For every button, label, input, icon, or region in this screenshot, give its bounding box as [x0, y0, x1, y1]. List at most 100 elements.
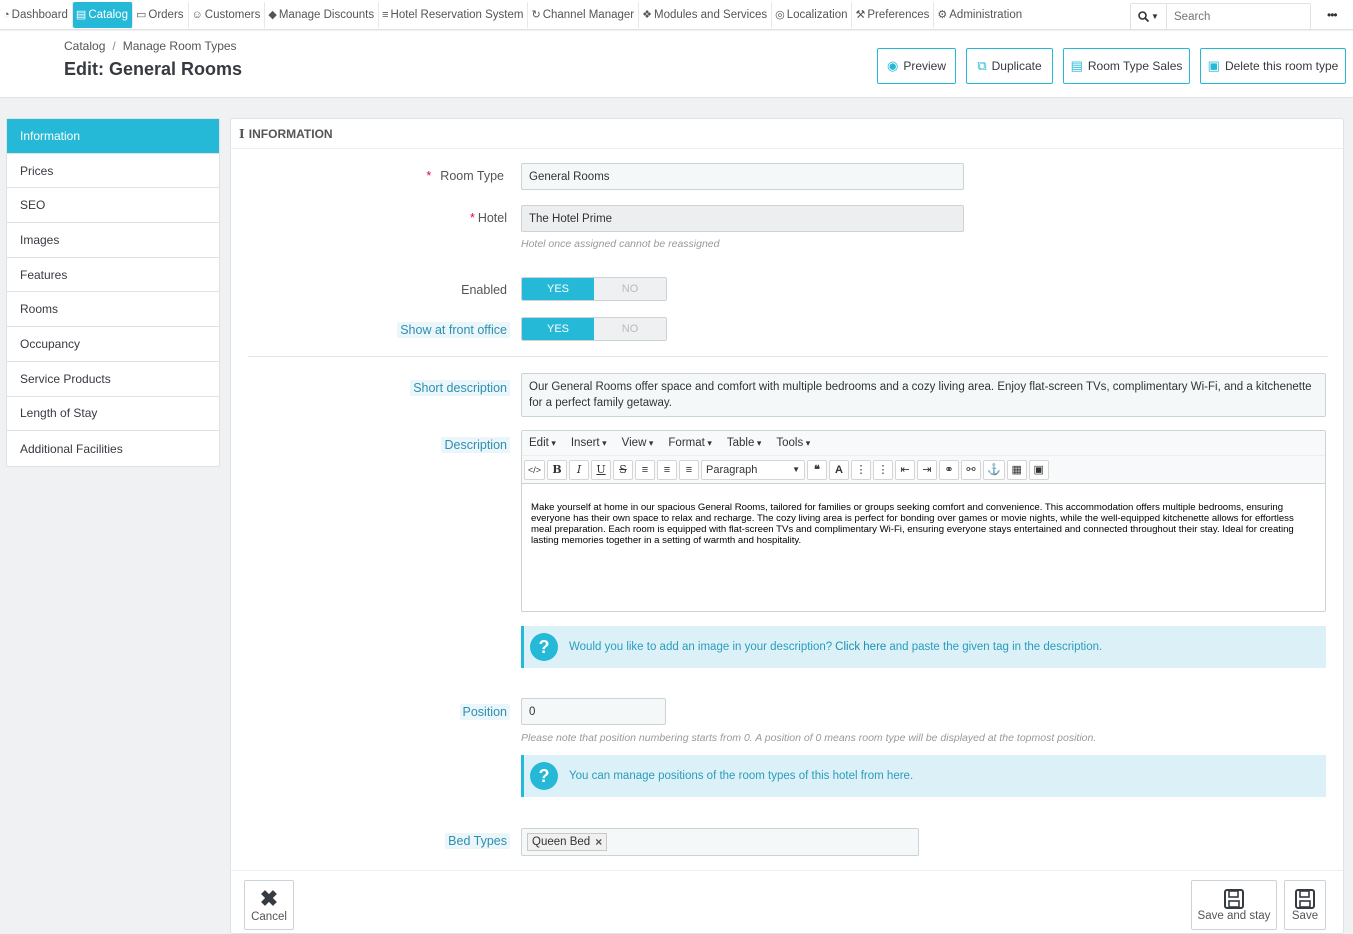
delete-label: Delete this room type	[1224, 59, 1339, 73]
search-icon	[1138, 11, 1150, 22]
search-scope-button[interactable]: ▼	[1131, 4, 1167, 29]
breadcrumb-catalog[interactable]: Catalog	[64, 39, 105, 53]
eye-icon: ◉	[886, 58, 899, 73]
panel-heading: i Information	[239, 127, 333, 141]
bed-types-input[interactable]: Queen Bed ×	[521, 828, 919, 856]
bed-type-tag-label: Queen Bed	[532, 836, 591, 848]
editor-menu-edit[interactable]: Edit	[529, 437, 556, 449]
description-editor-body[interactable]: Make yourself at home in our spacious Ge…	[522, 484, 1325, 546]
wrench-icon: ⚒	[855, 9, 866, 21]
breadcrumb-separator: /	[112, 39, 116, 53]
remove-tag-icon[interactable]: ×	[595, 835, 602, 849]
editor-menu-insert[interactable]: Insert	[571, 437, 607, 449]
nav-customers[interactable]: ☺ Customers	[189, 1, 266, 28]
underline-icon[interactable]: U	[591, 459, 612, 480]
nav-dashboard[interactable]: ◔ Dashboard	[0, 1, 73, 28]
tab-seo[interactable]: SEO	[7, 188, 219, 224]
blockquote-icon[interactable]: ❝	[807, 459, 828, 480]
save-button[interactable]: Save	[1284, 880, 1326, 930]
show-front-office-switch[interactable]: YES NO	[521, 317, 667, 341]
nav-preferences[interactable]: ⚒ Preferences	[852, 1, 935, 28]
enabled-no[interactable]: NO	[594, 278, 666, 300]
bold-icon[interactable]: B	[547, 459, 568, 480]
save-and-stay-button[interactable]: Save and stay	[1191, 880, 1277, 930]
cog-icon: ⚙	[937, 9, 948, 21]
link-icon[interactable]: ⚭	[939, 459, 960, 480]
nav-channel-manager[interactable]: ↻ Channel Manager	[528, 1, 640, 28]
tab-images[interactable]: Images	[7, 223, 219, 258]
editor-menu-tools[interactable]: Tools	[776, 437, 810, 449]
italic-icon[interactable]: I	[569, 459, 590, 480]
duplicate-button[interactable]: ⧉ Duplicate	[966, 48, 1053, 84]
info-icon: i	[239, 127, 249, 141]
nav-manage-discounts[interactable]: ◆ Manage Discounts	[265, 1, 380, 28]
indent-icon[interactable]: ⇥	[917, 459, 938, 480]
editor-menu-view[interactable]: View	[622, 437, 654, 449]
tab-additional-facilities[interactable]: Additional Facilities	[7, 431, 219, 466]
form-tabs: Information Prices SEO Images Features R…	[6, 118, 220, 467]
nav-administration[interactable]: ⚙ Administration	[934, 2, 1026, 28]
enabled-switch[interactable]: YES NO	[521, 277, 667, 301]
editor-menubar: Edit Insert View Format Table Tools	[522, 431, 1325, 456]
position-input[interactable]: 0	[521, 698, 666, 725]
position-info-alert: ? You can manage positions of the room t…	[521, 755, 1326, 797]
nav-label: Hotel Reservation System	[390, 8, 524, 21]
tab-prices[interactable]: Prices	[7, 154, 219, 189]
delete-room-type-button[interactable]: ▣ Delete this room type	[1200, 48, 1346, 84]
strikethrough-icon[interactable]: S	[613, 459, 634, 480]
breadcrumb: Catalog / Manage Room Types	[64, 39, 237, 53]
align-center-icon[interactable]: ≡	[657, 459, 678, 480]
nav-localization[interactable]: ◎ Localization	[772, 1, 853, 28]
tab-information[interactable]: Information	[7, 119, 219, 154]
search-input[interactable]	[1167, 4, 1309, 29]
align-left-icon[interactable]: ≡	[635, 459, 656, 480]
more-icon[interactable]: •••	[1327, 8, 1338, 22]
short-description-label: Short description	[410, 380, 510, 396]
media-icon[interactable]: ▦	[1006, 459, 1027, 480]
unlink-icon[interactable]: ⚯	[961, 459, 982, 480]
enabled-yes[interactable]: YES	[522, 278, 594, 300]
text-color-icon[interactable]: A	[829, 459, 850, 480]
caret-down-icon: ▼	[792, 465, 801, 474]
users-icon: ☺	[191, 8, 203, 21]
required-marker: *	[469, 211, 475, 225]
preview-button[interactable]: ◉ Preview	[877, 48, 956, 84]
image-icon[interactable]: ▣	[1028, 459, 1049, 480]
tab-service-products[interactable]: Service Products	[7, 362, 219, 397]
editor-menu-table[interactable]: Table	[727, 437, 762, 449]
caret-down-icon: ▼	[1151, 12, 1159, 21]
room-type-input[interactable]: General Rooms	[521, 163, 964, 190]
page-title: Edit: General Rooms	[64, 59, 243, 79]
nav-hotel-reservation[interactable]: ≡ Hotel Reservation System	[379, 1, 529, 28]
tab-occupancy[interactable]: Occupancy	[7, 327, 219, 362]
nav-catalog[interactable]: ▤ Catalog	[72, 1, 133, 28]
source-code-icon[interactable]: </>	[524, 459, 546, 480]
nav-label: Orders	[148, 8, 184, 21]
room-type-sales-button[interactable]: ▤ Room Type Sales	[1063, 48, 1190, 84]
hotel-help-text: Hotel once assigned cannot be reassigned	[521, 238, 720, 250]
nav-orders[interactable]: ▭ Orders	[133, 1, 189, 28]
save-icon	[1224, 889, 1244, 909]
position-alert-text[interactable]: You can manage positions of the room typ…	[569, 770, 913, 782]
cancel-button[interactable]: ✖ Cancel	[244, 880, 294, 930]
bullet-list-icon[interactable]: ⋮	[851, 459, 872, 480]
click-here-link[interactable]: Click here	[835, 641, 886, 653]
tab-features[interactable]: Features	[7, 258, 219, 293]
outdent-icon[interactable]: ⇤	[895, 459, 916, 480]
align-right-icon[interactable]: ≡	[679, 459, 700, 480]
image-alert-text: Would you like to add an image in your d…	[569, 641, 833, 653]
information-panel: i Information * Room Type General Rooms *…	[230, 118, 1344, 934]
numbered-list-icon[interactable]: ⋮	[873, 459, 894, 480]
editor-menu-format[interactable]: Format	[668, 437, 711, 449]
show-front-no[interactable]: NO	[594, 318, 666, 340]
breadcrumb-room-types[interactable]: Manage Room Types	[123, 39, 237, 53]
heading-divider	[231, 148, 1343, 149]
anchor-icon[interactable]: ⚓	[983, 459, 1005, 480]
format-select[interactable]: Paragraph ▼	[701, 459, 806, 480]
tab-length-of-stay[interactable]: Length of Stay	[7, 397, 219, 432]
image-info-alert: ? Would you like to add an image in your…	[521, 626, 1326, 668]
nav-modules[interactable]: ❖ Modules and Services	[639, 1, 773, 28]
short-description-textarea[interactable]: Our General Rooms offer space and comfor…	[521, 373, 1326, 417]
show-front-yes[interactable]: YES	[522, 318, 594, 340]
tab-rooms[interactable]: Rooms	[7, 292, 219, 328]
